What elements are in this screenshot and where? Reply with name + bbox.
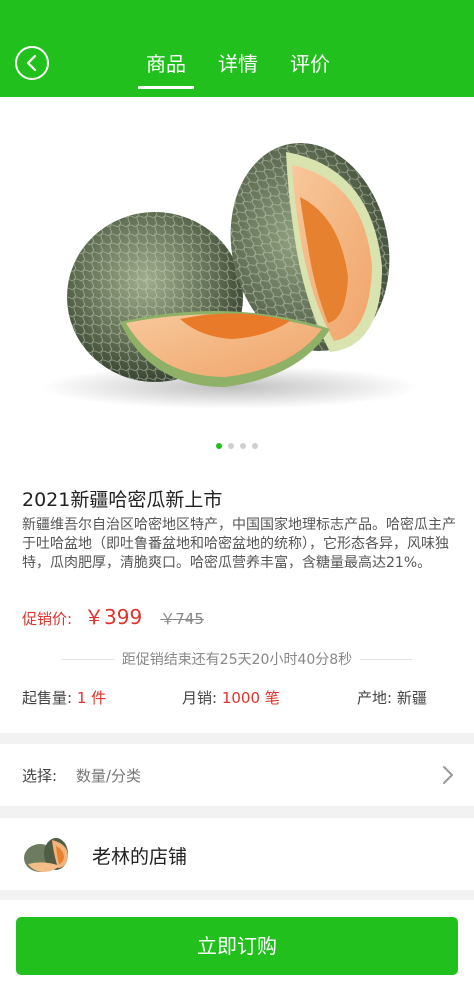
bottom-action-bar: 立即订购 [0,900,474,991]
tab-reviews[interactable]: 评价 [274,50,346,78]
shop-name: 老林的店铺 [92,846,188,868]
promo-countdown: 距促销结束还有25天20小时40分8秒 [0,649,474,669]
tab-details[interactable]: 详情 [202,50,274,78]
carousel-dot[interactable] [228,443,234,449]
select-label: 选择: [22,767,58,785]
chevron-right-icon [443,766,453,784]
carousel-indicator [216,443,258,449]
price-label: 促销价: [22,610,73,628]
product-page: 商品 详情 评价 2021新疆哈密瓜新上市 新疆维吾尔自治区哈密地区特产，中国国… [0,0,474,991]
monthly-sales-value: 1000 笔 [221,689,280,707]
order-now-button[interactable]: 立即订购 [16,917,458,975]
carousel-dot[interactable] [216,443,222,449]
product-info: 2021新疆哈密瓜新上市 新疆维吾尔自治区哈密地区特产，中国国家地理标志产品。哈… [0,463,474,733]
origin-value: 新疆 [396,689,427,707]
shop-avatar [24,838,68,872]
min-order-value: 1 件 [76,689,107,707]
back-button[interactable] [15,46,49,80]
tab-bar: 商品 详情 评价 [130,50,346,89]
min-order-stat: 起售量: 1 件 [22,687,106,708]
min-order-label: 起售量: [22,689,73,707]
carousel-dot[interactable] [240,443,246,449]
shop-entry[interactable]: 老林的店铺 [0,818,474,890]
monthly-sales-label: 月销: [182,689,218,707]
original-price: ￥745 [160,610,204,628]
product-title: 2021新疆哈密瓜新上市 [22,489,223,511]
chevron-left-icon [26,55,37,71]
monthly-sales-stat: 月销: 1000 笔 [182,687,280,708]
origin-label: 产地: [357,689,393,707]
sale-price: ￥399 [84,605,143,629]
product-image-carousel[interactable] [0,97,474,463]
product-stats: 起售量: 1 件 月销: 1000 笔 产地: 新疆 [22,687,452,713]
melon-image [40,143,420,409]
price-row: 促销价: ￥399 ￥745 [22,601,204,630]
tab-product[interactable]: 商品 [130,50,202,89]
countdown-text: 距促销结束还有25天20小时40分8秒 [113,652,361,668]
select-value: 数量/分类 [76,767,142,785]
top-nav-bar: 商品 详情 评价 [0,0,474,97]
spec-selector[interactable]: 选择: 数量/分类 [0,744,474,806]
carousel-dot[interactable] [252,443,258,449]
product-description: 新疆维吾尔自治区哈密地区特产，中国国家地理标志产品。哈密瓜主产于吐哈盆地（即吐鲁… [22,517,456,571]
origin-stat: 产地: 新疆 [357,687,427,708]
